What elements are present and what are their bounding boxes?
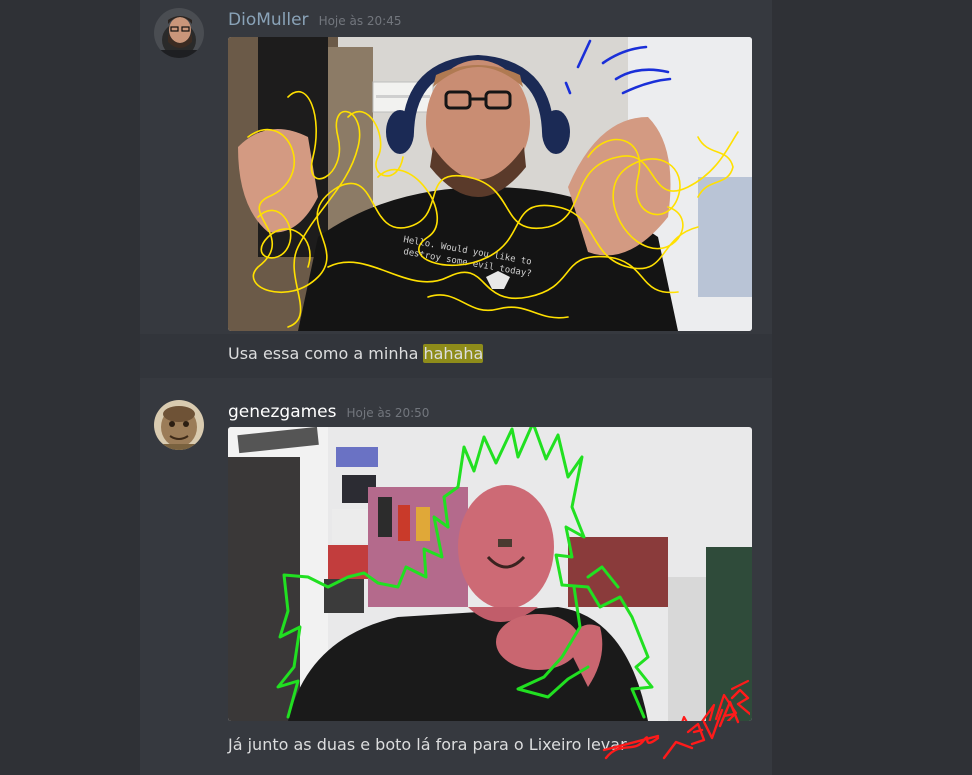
- username[interactable]: DioMuller: [228, 10, 309, 30]
- highlighted-text: hahaha: [423, 344, 484, 363]
- username[interactable]: genezgames: [228, 402, 337, 422]
- timestamp: Hoje às 20:45: [318, 14, 402, 28]
- message-text-part: Já junto as duas e boto lá fora para o L…: [228, 735, 587, 754]
- handwritten-red-annotation: [602, 688, 750, 760]
- avatar[interactable]: [154, 8, 204, 58]
- message-text-part: Usa essa como a minha: [228, 344, 424, 363]
- message-text: Usa essa como a minha hahaha: [228, 344, 484, 363]
- timestamp: Hoje às 20:50: [346, 406, 430, 420]
- message-genezgames: genezgames Hoje às 20:50 Já junto as dua…: [140, 390, 772, 775]
- message-diomuller: DioMuller Hoje às 20:45 Hello. Would you…: [140, 0, 772, 334]
- chat-area: DioMuller Hoje às 20:45 Hello. Would you…: [140, 0, 772, 775]
- avatar[interactable]: [154, 400, 204, 450]
- message-text: Já junto as duas e boto lá fora para o L…: [228, 735, 627, 754]
- image-attachment[interactable]: Hello. Would you like to destroy some ev…: [228, 37, 752, 331]
- image-attachment[interactable]: [228, 427, 752, 721]
- message-text-row: Usa essa como a minha hahaha: [140, 334, 772, 378]
